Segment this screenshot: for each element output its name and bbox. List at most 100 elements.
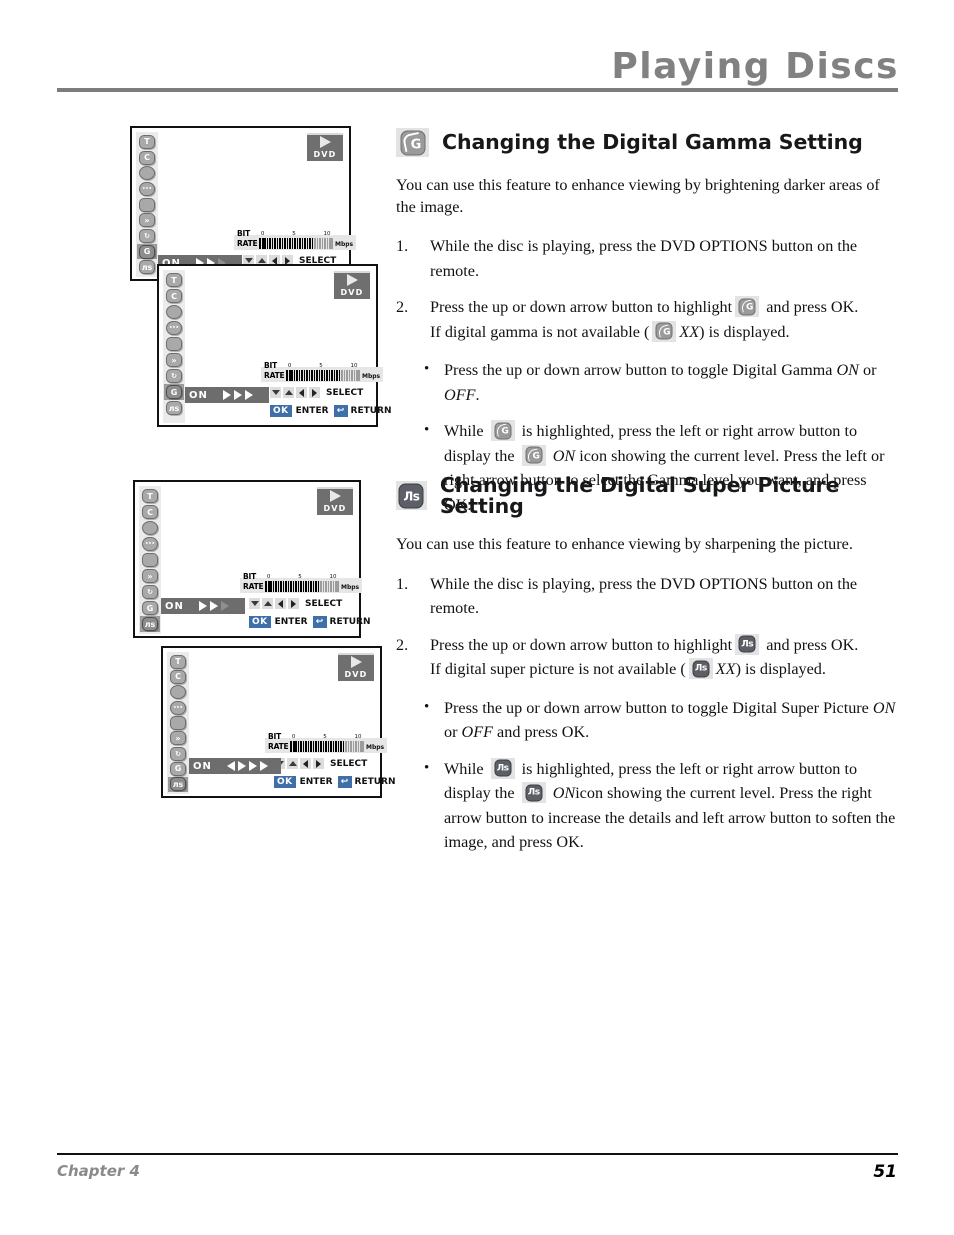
chapter-icon: C: [166, 289, 182, 303]
super-picture-icon: Лs: [735, 633, 760, 655]
bitrate-tick: 0: [266, 574, 271, 580]
step-2-number: 2.: [396, 635, 409, 654]
select-label: SELECT: [330, 758, 368, 769]
osd-zoom-icon[interactable]: ↻: [140, 584, 160, 600]
arrow-lf-icon[interactable]: [300, 758, 311, 769]
arrow-rt-icon[interactable]: [309, 387, 320, 398]
bullet-2-i1: ON: [552, 446, 576, 465]
chapter-icon: C: [142, 505, 158, 519]
bitrate-bars: 0 5 10: [290, 734, 365, 752]
osd-chapter-icon[interactable]: C: [140, 504, 160, 520]
arrow-dn-icon[interactable]: [249, 598, 260, 609]
arrow-lf-icon[interactable]: [296, 387, 307, 398]
return-icon[interactable]: ↩: [312, 616, 327, 628]
return-icon[interactable]: ↩: [333, 405, 348, 417]
zoom-icon: ↻: [166, 369, 182, 383]
return-icon[interactable]: ↩: [337, 776, 352, 788]
dvd-label: DVD: [317, 502, 353, 515]
super-picture-icon: лs: [139, 260, 155, 275]
osd-super-picture-icon[interactable]: лs: [137, 259, 157, 275]
bullet-2-a: While: [444, 759, 484, 778]
osd-time-icon[interactable]: [168, 685, 188, 700]
osd-subtitle-icon[interactable]: •••: [137, 181, 157, 197]
bitrate-unit: Mbps: [361, 373, 381, 380]
osd-audio-icon[interactable]: »: [137, 212, 157, 228]
osd-icon-rail: T C ••• » ↻ Gлs: [163, 270, 185, 423]
audio-icon: »: [142, 569, 158, 583]
dvd-play-badge: DVD: [307, 133, 343, 161]
osd-super-picture-icon[interactable]: лs: [168, 776, 188, 792]
osd-audio-icon[interactable]: »: [140, 568, 160, 584]
osd-zoom-icon[interactable]: ↻: [137, 228, 157, 244]
section-super-picture-bullets: • Press the up or down arrow button to t…: [396, 696, 898, 855]
arrow-lf-icon[interactable]: [275, 598, 286, 609]
select-hint-row: SELECT: [274, 758, 367, 769]
arrow-up-icon[interactable]: [262, 598, 273, 609]
osd-zoom-icon[interactable]: ↻: [164, 368, 184, 384]
bitrate-meter: BIT RATE 0 5 10 Mbps: [261, 361, 384, 382]
osd-angle-icon[interactable]: [140, 552, 160, 568]
osd-subtitle-icon[interactable]: •••: [168, 700, 188, 715]
osd-title-icon[interactable]: T: [164, 272, 184, 288]
osd-super-picture-icon[interactable]: лs: [140, 616, 160, 632]
play-icon: [317, 487, 353, 502]
bullet-1-i2: OFF: [461, 723, 493, 741]
dvd-label: DVD: [338, 668, 374, 681]
osd-title-icon[interactable]: T: [137, 134, 157, 150]
osd-subtitle-icon[interactable]: •••: [140, 536, 160, 552]
step-2-text-b: and press OK.: [766, 298, 859, 316]
osd-angle-icon[interactable]: [168, 715, 188, 730]
osd-zoom-icon[interactable]: ↻: [168, 746, 188, 761]
osd-chapter-icon[interactable]: C: [168, 669, 188, 684]
level-arrow-icon: [237, 761, 246, 771]
osd-title-icon[interactable]: T: [140, 488, 160, 504]
osd-subtitle-icon[interactable]: •••: [164, 320, 184, 336]
ok-button[interactable]: OK: [249, 616, 271, 628]
section-gamma-header: G Changing the Digital Gamma Setting: [396, 128, 898, 157]
select-hint-row: SELECT: [249, 598, 342, 609]
osd-audio-icon[interactable]: »: [164, 352, 184, 368]
bullet-1-a: Press the up or down arrow button to tog…: [444, 361, 837, 379]
osd-angle-icon[interactable]: [137, 197, 157, 213]
level-arrow-icon: [233, 390, 242, 400]
osd-chapter-icon[interactable]: C: [164, 288, 184, 304]
arrow-rt-icon[interactable]: [313, 758, 324, 769]
osd-gamma-icon[interactable]: G: [137, 243, 157, 260]
arrow-up-icon[interactable]: [287, 758, 298, 769]
osd-super-picture-icon[interactable]: лs: [164, 400, 184, 416]
osd-time-icon[interactable]: [164, 304, 184, 320]
osd-audio-icon[interactable]: »: [168, 731, 188, 746]
osd-gamma-icon[interactable]: G: [168, 761, 188, 776]
angle-icon: [142, 553, 158, 567]
super-screen-2: T C ••• » ↻ Gлs DVD BIT RATE 0 5 10 Mbps SELECT OK ENT…: [161, 646, 396, 798]
gamma-icon: G: [396, 128, 429, 157]
bitrate-bars: 0 5 10: [265, 574, 340, 592]
arrow-dn-icon[interactable]: [270, 387, 281, 398]
arrow-up-icon[interactable]: [283, 387, 294, 398]
bullet-1: • Press the up or down arrow button to t…: [422, 696, 898, 745]
step-2-text-c: If digital super picture is not availabl…: [430, 660, 686, 678]
ok-button[interactable]: OK: [270, 405, 292, 417]
osd-title-icon[interactable]: T: [168, 654, 188, 669]
osd-gamma-icon[interactable]: G: [140, 600, 160, 616]
ok-button[interactable]: OK: [274, 776, 296, 788]
chapter-icon: C: [170, 669, 186, 684]
osd-angle-icon[interactable]: [164, 336, 184, 352]
step-2-text-b: and press OK.: [766, 635, 859, 654]
osd-gamma-icon[interactable]: G: [164, 384, 184, 400]
step-2-text-d: XX: [679, 322, 700, 341]
osd-time-icon[interactable]: [137, 165, 157, 181]
step-1: 1. While the disc is playing, press the …: [396, 234, 898, 283]
step-1-text: While the disc is playing, press the DVD…: [430, 574, 858, 618]
level-arrow-icon: [220, 601, 229, 611]
super-picture-icon: Лs: [490, 757, 515, 779]
bullet-1-b: or: [444, 723, 462, 741]
zoom-icon: ↻: [142, 585, 158, 599]
osd-time-icon[interactable]: [140, 520, 160, 536]
arrow-rt-icon[interactable]: [288, 598, 299, 609]
bullet-1-b: or: [858, 361, 877, 379]
on-status-bar: ON: [161, 598, 245, 614]
osd-chapter-icon[interactable]: C: [137, 150, 157, 166]
gamma-icon: G: [166, 385, 182, 399]
step-2: 2. Press the up or down arrow button to …: [396, 295, 898, 344]
